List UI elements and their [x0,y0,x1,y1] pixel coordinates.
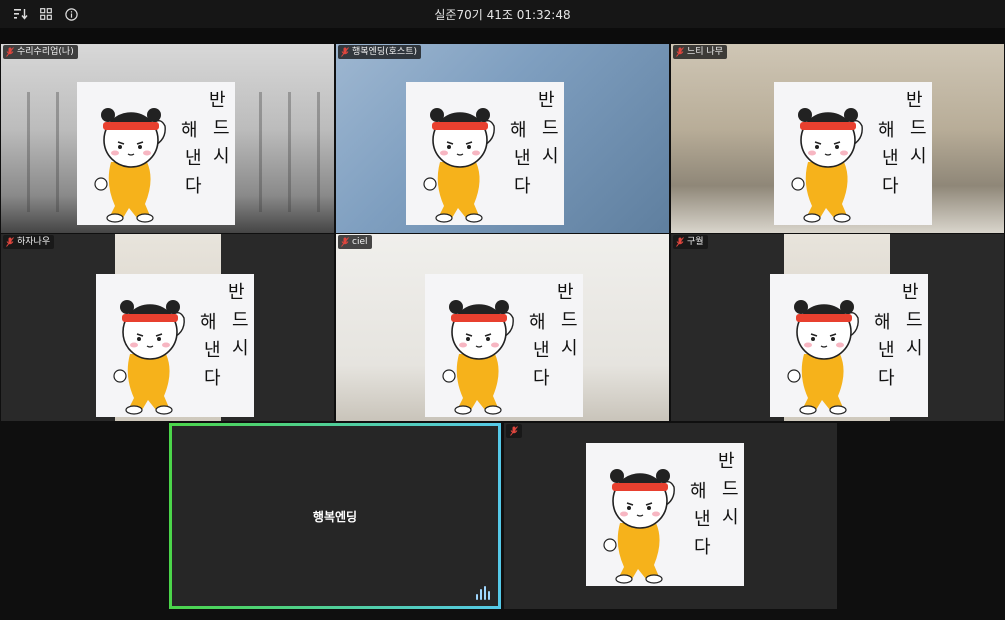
mic-muted-icon [510,426,518,436]
svg-text:해: 해 [878,120,895,141]
participant-tile-7[interactable]: 반 드 시 해 낸 다 [504,423,837,609]
svg-text:드: 드 [561,310,578,331]
svg-text:다: 다 [514,176,531,197]
svg-text:다: 다 [185,176,202,197]
svg-text:드: 드 [910,118,927,139]
svg-text:해: 해 [200,312,217,333]
participant-tile-5[interactable]: 반 드 시 해 낸 다 ciel [336,234,669,421]
participant-name-tag: 행복엔딩(호스트) [338,45,421,59]
svg-text:드: 드 [213,118,230,139]
svg-text:낸: 낸 [882,148,899,169]
participant-name-tag: 하자나우 [3,235,55,249]
svg-text:다: 다 [204,368,221,389]
participant-tile-3[interactable]: 반 드 시 해 낸 다 느티 나무 [671,44,1004,233]
sticker-image: 반 드 시 해 낸 다 [425,274,583,417]
meeting-title: 실준70기 41조 01:32:48 [434,8,571,22]
mic-muted-icon [341,47,349,57]
svg-text:반: 반 [906,90,923,111]
participant-name: 행복엔딩(호스트) [352,47,417,57]
svg-text:낸: 낸 [185,148,202,169]
participant-name-tag: ciel [338,235,372,249]
participant-name-tag [506,424,522,438]
svg-text:반: 반 [228,282,245,303]
mic-muted-icon [676,237,684,247]
svg-text:시: 시 [910,146,927,167]
svg-text:드: 드 [722,479,739,500]
participant-name: ciel [352,237,368,247]
svg-text:시: 시 [232,338,249,359]
svg-text:드: 드 [232,310,249,331]
participant-tile-4[interactable]: 반 드 시 해 낸 다 하자나우 [1,234,334,421]
top-strip [0,28,1005,44]
svg-text:해: 해 [690,481,707,502]
sticker-image: 반 드 시 해 낸 다 [586,443,744,586]
mic-muted-icon [676,47,684,57]
svg-text:반: 반 [209,90,226,111]
svg-text:반: 반 [902,282,919,303]
svg-text:드: 드 [906,310,923,331]
svg-text:시: 시 [213,146,230,167]
participant-tile-2[interactable]: 반 드 시 해 낸 다 행복엔딩(호스트) [336,44,669,233]
participant-name: 수리수리업(나) [17,47,74,57]
svg-text:다: 다 [694,537,711,558]
svg-text:시: 시 [722,507,739,528]
participant-tile-1[interactable]: 반 드 시 해 낸 다 수리수리업(나) [1,44,334,233]
participant-name-tag: 구월 [673,235,708,249]
sticker-image: 반 드 시 해 낸 다 [770,274,928,417]
svg-text:해: 해 [510,120,527,141]
svg-text:낸: 낸 [694,509,711,530]
svg-text:다: 다 [533,368,550,389]
svg-text:낸: 낸 [204,340,221,361]
sticker-image: 반 드 시 해 낸 다 [774,82,932,225]
svg-text:낸: 낸 [533,340,550,361]
svg-text:다: 다 [878,368,895,389]
audio-level-icon [476,586,490,600]
svg-text:다: 다 [882,176,899,197]
active-speaker-name: 행복엔딩 [312,509,358,524]
participant-tile-6[interactable]: 반 드 시 해 낸 다 구월 [671,234,1004,421]
svg-text:낸: 낸 [514,148,531,169]
active-speaker-tile[interactable]: 행복엔딩 [169,423,501,609]
svg-text:반: 반 [718,451,735,472]
mic-muted-icon [6,237,14,247]
svg-text:시: 시 [561,338,578,359]
svg-text:낸: 낸 [878,340,895,361]
participant-name-tag: 수리수리업(나) [3,45,78,59]
svg-text:해: 해 [181,120,198,141]
svg-text:드: 드 [542,118,559,139]
sticker-image: 반 드 시 해 낸 다 [77,82,235,225]
svg-text:반: 반 [538,90,555,111]
sticker-image: 반 드 시 해 낸 다 [96,274,254,417]
participant-name-tag: 느티 나무 [673,45,727,59]
mic-muted-icon [6,47,14,57]
svg-text:해: 해 [874,312,891,333]
participant-name: 구월 [687,237,704,247]
mic-muted-icon [341,237,349,247]
svg-text:해: 해 [529,312,546,333]
svg-text:시: 시 [542,146,559,167]
participant-name: 하자나우 [17,237,51,247]
participant-name: 느티 나무 [687,47,723,57]
top-bar: 실준70기 41조 01:32:48 [0,0,1005,28]
svg-text:반: 반 [557,282,574,303]
svg-text:시: 시 [906,338,923,359]
sticker-image: 반 드 시 해 낸 다 [406,82,564,225]
